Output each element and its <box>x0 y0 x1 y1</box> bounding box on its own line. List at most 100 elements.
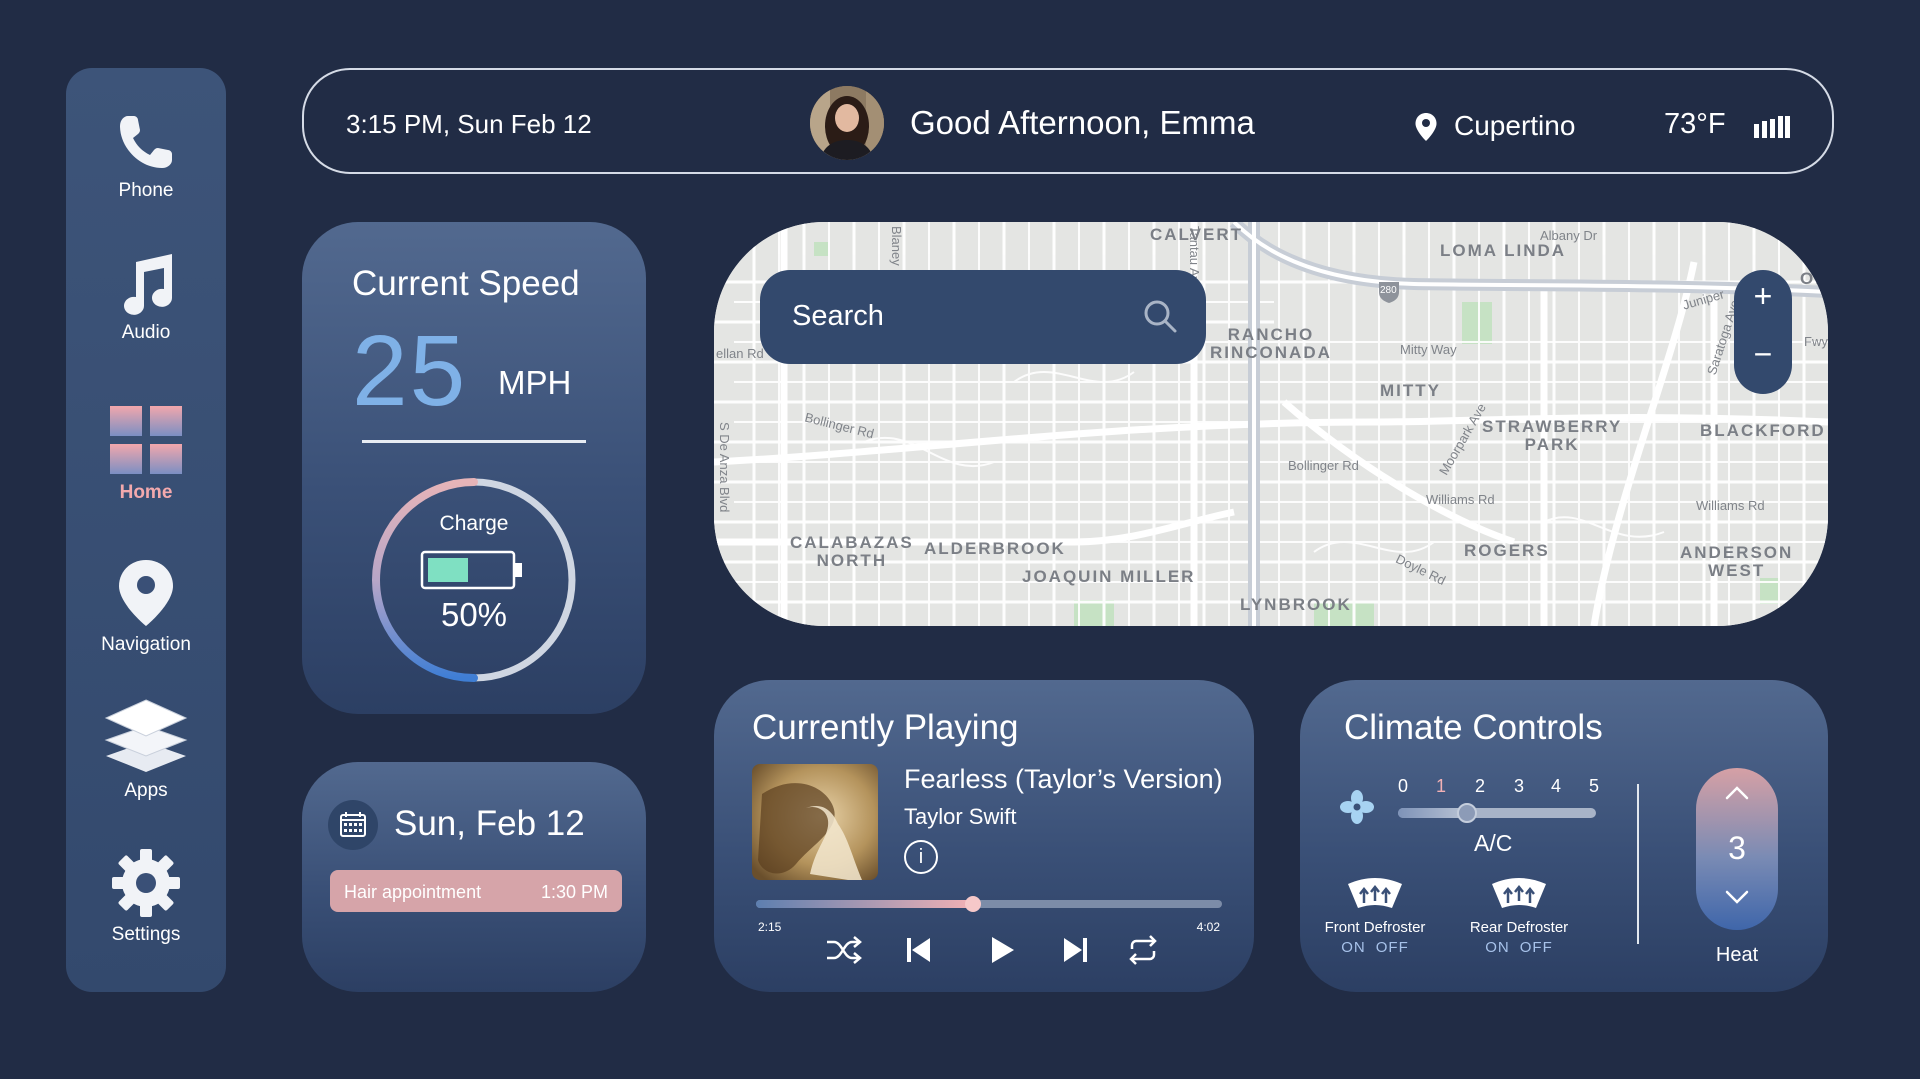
grid-icon <box>110 406 182 474</box>
previous-track-icon[interactable] <box>906 934 932 966</box>
highway-shield-label: 280 <box>1380 285 1397 296</box>
fan-level-2[interactable]: 2 <box>1475 776 1485 797</box>
front-defroster-on[interactable]: ON <box>1341 939 1366 956</box>
playback-progress-bar[interactable] <box>756 896 1222 912</box>
music-note-icon <box>124 254 172 315</box>
speed-value: 25 <box>352 315 468 427</box>
status-header: 3:15 PM, Sun Feb 12 Good Afternoon, Emma… <box>302 68 1834 174</box>
search-icon <box>1144 300 1177 333</box>
fan-level-1[interactable]: 1 <box>1436 776 1446 797</box>
track-info-button[interactable]: i <box>904 840 938 874</box>
map-street-label: ellan Rd <box>716 346 764 361</box>
sidebar-item-label: Phone <box>118 180 174 201</box>
event-time: 1:30 PM <box>540 882 608 902</box>
fan-level-0[interactable]: 0 <box>1398 776 1408 797</box>
sidebar-item-settings[interactable]: Settings <box>66 848 226 946</box>
shuffle-icon[interactable] <box>824 934 864 966</box>
front-defroster-state: ON OFF <box>1310 939 1440 956</box>
map-zoom-control: + − <box>1734 270 1792 394</box>
sidebar-item-phone[interactable]: Phone <box>66 110 226 202</box>
next-track-icon[interactable] <box>1062 934 1088 966</box>
map-label-alderbrook: ALDERBROOK <box>924 539 1066 558</box>
greeting-text: Good Afternoon, Emma <box>910 104 1255 141</box>
map-street-label: Williams Rd <box>1696 498 1765 513</box>
front-defroster-icon <box>1348 878 1402 908</box>
rear-defroster-state: ON OFF <box>1454 939 1584 956</box>
chevron-up-icon[interactable] <box>1717 780 1757 804</box>
front-defroster-toggle[interactable]: Front Defroster ON OFF <box>1310 876 1440 956</box>
rear-defroster-label: Rear Defroster <box>1469 919 1569 936</box>
sidebar-item-home[interactable]: Home <box>66 404 226 504</box>
progress-fill <box>756 900 974 908</box>
speed-unit: MPH <box>498 364 572 401</box>
artist-name: Taylor Swift <box>904 804 1017 829</box>
map-street-label: Blaney <box>889 226 904 266</box>
map-label-blackford: BLACKFORD <box>1700 421 1826 440</box>
sidebar-item-label: Apps <box>124 780 168 801</box>
map-search-input[interactable]: Search <box>760 270 1206 364</box>
map-street-label: Albany Dr <box>1540 228 1598 243</box>
calendar-event[interactable]: Hair appointment 1:30 PM <box>330 870 622 912</box>
clock-date: 3:15 PM, Sun Feb 12 <box>346 109 592 139</box>
map-label-anderson-west: ANDERSON WEST <box>1680 543 1794 580</box>
rear-defroster-off[interactable]: OFF <box>1520 939 1553 956</box>
charge-label: Charge <box>439 512 509 535</box>
climate-title: Climate Controls <box>1344 708 1603 747</box>
map-street-label: Mitty Way <box>1400 342 1457 357</box>
phone-icon <box>120 116 172 168</box>
song-title: Fearless (Taylor’s Version) <box>904 764 1223 794</box>
fan-speed-handle[interactable] <box>1457 803 1478 823</box>
sidebar-item-label: Audio <box>121 322 171 343</box>
battery-icon <box>420 550 522 590</box>
ac-toggle[interactable]: A/C <box>1474 830 1512 857</box>
progress-handle[interactable] <box>965 896 982 912</box>
front-defroster-off[interactable]: OFF <box>1376 939 1409 956</box>
chevron-down-icon[interactable] <box>1717 886 1757 910</box>
map-label-edge: ORT <box>1800 269 1828 288</box>
sidebar-item-audio[interactable]: Audio <box>66 252 226 344</box>
heat-level-value: 3 <box>1728 830 1746 866</box>
map-label-loma-linda: LOMA LINDA <box>1440 241 1567 260</box>
zoom-in-button[interactable]: + <box>1734 278 1792 326</box>
search-placeholder: Search <box>792 300 884 332</box>
zoom-out-button[interactable]: − <box>1734 336 1792 384</box>
front-defroster-label: Front Defroster <box>1324 919 1426 936</box>
map-street-label: Kiely Blvd <box>1792 226 1822 255</box>
fan-speed-slider[interactable] <box>1398 803 1596 823</box>
map-label-rancho-rinconada: RANCHO RINCONADA <box>1210 325 1332 362</box>
location-name[interactable]: Cupertino <box>1454 110 1575 142</box>
map-street-label: Bollinger Rd <box>1288 458 1359 473</box>
location-pin-icon <box>1415 113 1437 141</box>
fan-icon <box>1340 790 1374 824</box>
fan-level-5[interactable]: 5 <box>1589 776 1599 797</box>
rear-defroster-toggle[interactable]: Rear Defroster ON OFF <box>1454 876 1584 956</box>
play-icon[interactable] <box>990 934 1016 966</box>
speed-divider <box>362 440 586 443</box>
repeat-icon[interactable] <box>1126 934 1160 966</box>
elapsed-time: 2:15 <box>758 920 782 934</box>
now-playing-title: Currently Playing <box>752 708 1019 747</box>
sidebar-item-apps[interactable]: Apps <box>66 698 226 802</box>
map-street-label: Fwy <box>1804 334 1828 349</box>
user-avatar[interactable] <box>810 86 884 160</box>
sidebar-item-label: Home <box>119 482 173 503</box>
sidebar-item-navigation[interactable]: Navigation <box>66 558 226 656</box>
fan-level-4[interactable]: 4 <box>1551 776 1561 797</box>
rear-defroster-icon <box>1492 878 1546 908</box>
heat-label: Heat <box>1715 944 1759 966</box>
album-art[interactable] <box>752 764 878 880</box>
temperature-readout: 73°F <box>1664 108 1726 140</box>
calendar-icon <box>328 800 378 850</box>
map-street-label: S De Anza Blvd <box>717 422 732 513</box>
map-card[interactable]: CALVERT LOMA LINDA RANCHO RINCONADA MITT… <box>714 222 1828 626</box>
fan-level-3[interactable]: 3 <box>1514 776 1524 797</box>
calendar-card: Sun, Feb 12 Hair appointment 1:30 PM <box>302 762 646 992</box>
heat-control: 3 <box>1696 768 1778 930</box>
charge-percent: 50% <box>440 596 508 633</box>
sidebar-item-label: Settings <box>111 924 181 945</box>
map-pin-icon <box>119 560 173 626</box>
map-label-lynbrook: LYNBROOK <box>1240 595 1352 614</box>
map-label-mitty: MITTY <box>1380 381 1441 400</box>
climate-divider <box>1637 784 1639 944</box>
rear-defroster-on[interactable]: ON <box>1485 939 1510 956</box>
